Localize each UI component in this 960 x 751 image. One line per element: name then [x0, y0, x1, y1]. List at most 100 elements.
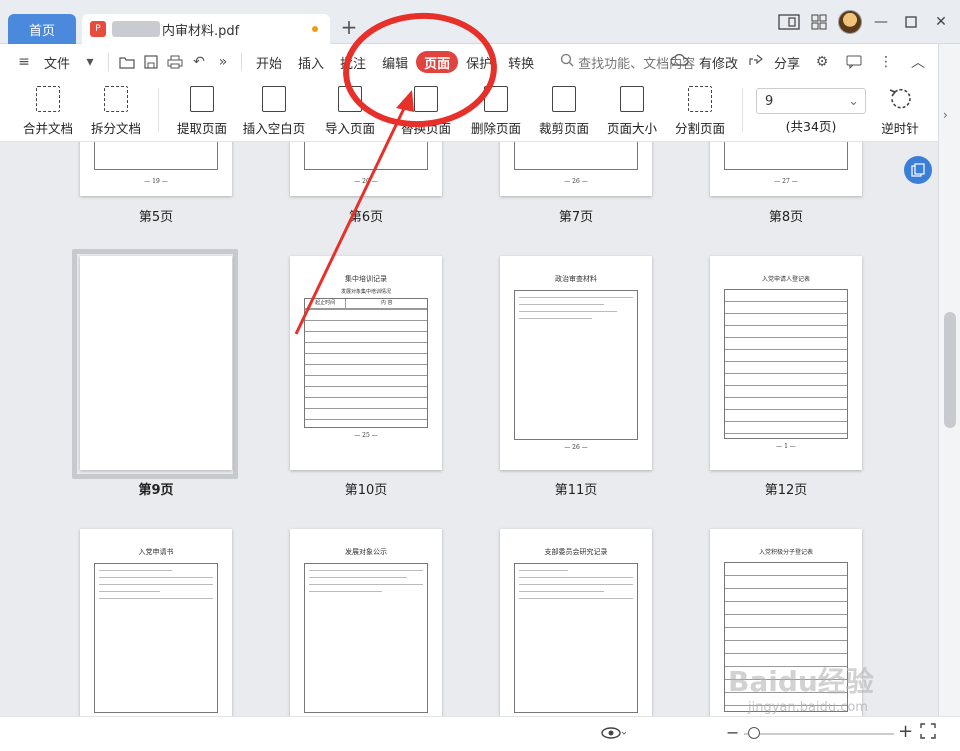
zoom-in-icon[interactable]: +: [898, 721, 913, 742]
page-label: 第5页: [138, 210, 174, 225]
more-options-icon[interactable]: ⋮: [876, 52, 896, 72]
page-label: 第11页: [554, 483, 598, 498]
maximize-icon[interactable]: [900, 11, 922, 33]
minimize-icon[interactable]: —: [870, 11, 892, 33]
page-thumbnail[interactable]: — 27 —: [710, 142, 862, 196]
split-document-icon: [104, 86, 128, 112]
import-page-button[interactable]: 导入页面: [312, 86, 388, 137]
open-folder-icon[interactable]: [117, 52, 137, 72]
rotate-counterclockwise-button[interactable]: 逆时针: [862, 86, 938, 137]
page-thumbnail[interactable]: — 20 —: [290, 142, 442, 196]
cloud-sync-icon[interactable]: [670, 53, 689, 71]
menu-page[interactable]: 页面: [416, 51, 459, 73]
eye-protection-icon[interactable]: [600, 723, 627, 747]
close-icon[interactable]: ✕: [930, 11, 952, 33]
blank-page-icon: [262, 86, 286, 112]
page-label: 第6页: [348, 210, 384, 225]
apps-grid-icon[interactable]: [808, 11, 830, 33]
page-thumbnail[interactable]: — 26 —: [500, 142, 652, 196]
page-thumbnail[interactable]: 发展对象公示: [290, 529, 442, 716]
page-label: 第8页: [768, 210, 804, 225]
window-controls: — ✕: [778, 10, 960, 34]
page-thumbnail[interactable]: — 19 —: [80, 142, 232, 196]
more-chevron-icon[interactable]: »: [213, 52, 233, 72]
divider: [158, 88, 159, 132]
reading-mode-icon[interactable]: [778, 11, 800, 33]
save-icon[interactable]: [141, 52, 161, 72]
divider: [742, 88, 743, 132]
modified-status[interactable]: 有修改: [697, 51, 740, 73]
page-label: 第9页: [138, 483, 174, 498]
chevron-down-icon[interactable]: ▾: [80, 52, 100, 72]
page-label: 第12页: [764, 483, 808, 498]
rotate-counterclockwise-icon: [887, 86, 913, 112]
crop-page-icon: [552, 86, 576, 112]
share-icon[interactable]: [748, 53, 764, 71]
delete-page-icon: [484, 86, 508, 112]
user-avatar[interactable]: [838, 10, 862, 34]
page-thumbnail-selected[interactable]: [80, 256, 232, 470]
page-size-button[interactable]: 页面大小: [594, 86, 670, 137]
unsaved-indicator: [312, 26, 318, 32]
menu-start[interactable]: 开始: [248, 51, 290, 73]
extract-page-button[interactable]: 提取页面: [164, 86, 240, 137]
replace-page-icon: [414, 86, 438, 112]
menu-protect[interactable]: 保护: [458, 51, 500, 73]
hamburger-icon[interactable]: ≡: [14, 52, 34, 72]
zoom-slider-handle[interactable]: [748, 727, 760, 739]
page-thumbnail[interactable]: 支部委员会研究记录: [500, 529, 652, 716]
page-total: (共34页): [785, 119, 837, 134]
menu-insert[interactable]: 插入: [290, 51, 332, 73]
redacted-filename: [112, 21, 160, 37]
tab-home[interactable]: 首页: [8, 14, 76, 44]
floating-action-button[interactable]: [904, 156, 932, 184]
watermark-url: jingyan.baidu.com: [748, 700, 868, 715]
search-icon: [560, 53, 574, 71]
print-icon[interactable]: [165, 52, 185, 72]
page-thumbnail-grid: — 19 — 第5页 — 20 — 第6页 — 26 — 第7页 — 27 — …: [0, 142, 938, 716]
import-page-icon: [338, 86, 362, 112]
share-button[interactable]: 分享: [772, 51, 802, 73]
baidu-watermark: Baidu经验: [728, 665, 874, 698]
page-thumbnail[interactable]: 政治审查材料 — 26 —: [500, 256, 652, 470]
split-page-button[interactable]: 分割页面: [662, 86, 738, 137]
menu-annotate[interactable]: 批注: [332, 51, 374, 73]
title-bar: 首页 P 内审材料.pdf + — ✕: [0, 0, 960, 44]
menu-convert[interactable]: 转换: [500, 51, 542, 73]
tab-document[interactable]: P 内审材料.pdf: [82, 14, 330, 44]
comment-icon[interactable]: [844, 52, 864, 72]
page-thumbnail[interactable]: 集中培训记录 发展对象集中培训情况 起止时间 内 容 — 25 —: [290, 256, 442, 470]
undo-icon[interactable]: ↶: [189, 52, 209, 72]
delete-page-button[interactable]: 删除页面: [458, 86, 534, 137]
zoom-out-icon[interactable]: −: [726, 723, 739, 742]
page-label: 第10页: [344, 483, 388, 498]
zoom-slider[interactable]: [744, 727, 894, 739]
replace-page-button[interactable]: 替换页面: [388, 86, 464, 137]
new-tab-button[interactable]: +: [338, 14, 360, 40]
scrollbar-thumb[interactable]: [944, 312, 956, 428]
page-thumbnail[interactable]: 入党申请人登记表 — 1 —: [710, 256, 862, 470]
insert-blank-page-button[interactable]: 插入空白页: [236, 86, 312, 137]
settings-gear-icon[interactable]: ⚙: [812, 52, 832, 72]
status-bar: − +: [0, 716, 960, 751]
right-toolbar: 有修改 分享 ⚙ ⋮ ︿: [670, 44, 930, 80]
merge-document-icon: [36, 86, 60, 112]
vertical-scrollbar[interactable]: ›: [938, 44, 960, 751]
ribbon-toolbar: 合并文档 拆分文档 提取页面 插入空白页 导入页面 替换页面 删除页面 裁剪页面…: [0, 80, 938, 142]
split-page-icon: [688, 86, 712, 112]
menu-file[interactable]: 文件: [36, 51, 78, 73]
crop-page-button[interactable]: 裁剪页面: [526, 86, 602, 137]
chevron-down-icon[interactable]: ⌄: [848, 94, 859, 109]
fullscreen-icon[interactable]: [920, 723, 936, 743]
split-document-button[interactable]: 拆分文档: [78, 86, 154, 137]
menu-edit[interactable]: 编辑: [374, 51, 416, 73]
extract-page-icon: [190, 86, 214, 112]
page-size-icon: [620, 86, 644, 112]
merge-document-button[interactable]: 合并文档: [10, 86, 86, 137]
expand-panel-icon[interactable]: ›: [943, 108, 948, 122]
page-thumbnail[interactable]: 入党申请书: [80, 529, 232, 716]
divider: [241, 53, 243, 71]
collapse-ribbon-icon[interactable]: ︿: [908, 52, 928, 72]
pdf-file-icon: P: [90, 21, 106, 37]
page-number-input[interactable]: 9 ⌄: [756, 88, 866, 114]
